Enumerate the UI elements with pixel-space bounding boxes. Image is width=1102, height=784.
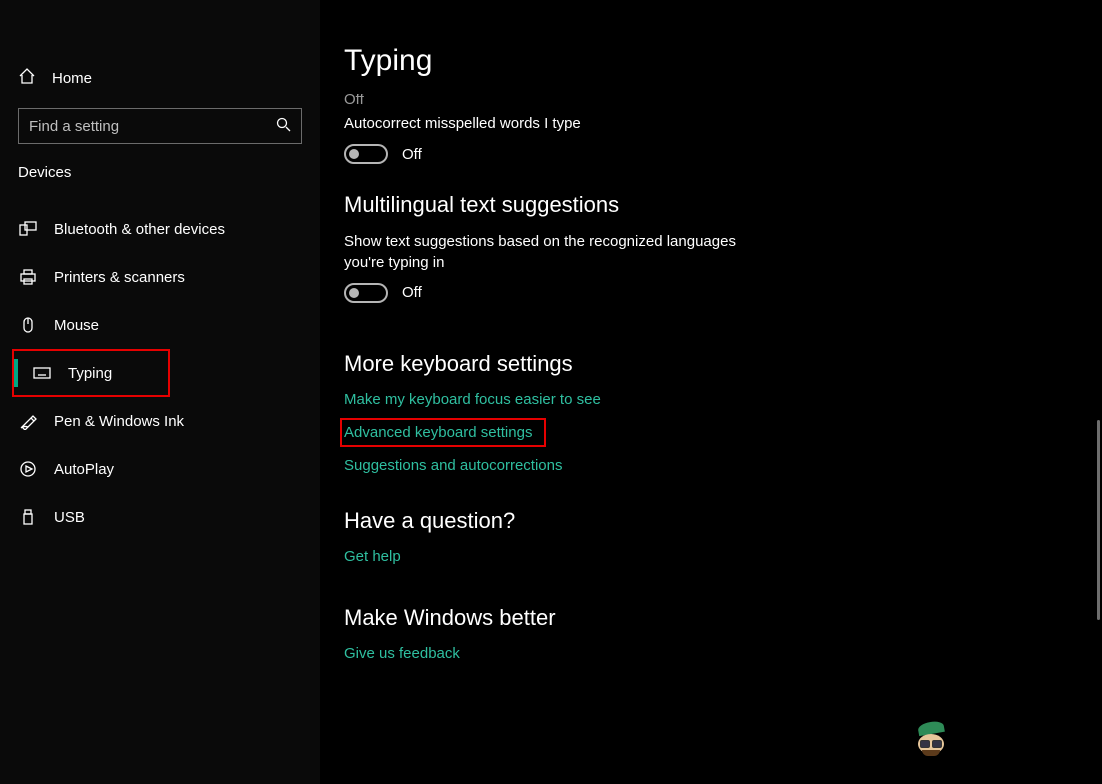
multilingual-toggle-row: Off [344, 283, 1078, 303]
sidebar-item-label: AutoPlay [54, 461, 114, 478]
sidebar-category: Devices [0, 164, 320, 181]
search-input[interactable]: Find a setting [18, 108, 302, 144]
autocorrect-label: Autocorrect misspelled words I type [344, 114, 764, 134]
sidebar-item-pen[interactable]: Pen & Windows Ink [0, 397, 320, 445]
sidebar-item-usb[interactable]: USB [0, 493, 320, 541]
sidebar: Home Find a setting Devices Bluetooth & … [0, 0, 320, 784]
pen-icon [18, 412, 38, 430]
autoplay-icon [18, 460, 38, 478]
toggle-state: Off [402, 146, 422, 163]
sidebar-item-bluetooth[interactable]: Bluetooth & other devices [0, 205, 320, 253]
more-title: More keyboard settings [344, 351, 1078, 377]
sidebar-item-label: Bluetooth & other devices [54, 221, 225, 238]
home-icon [18, 67, 36, 89]
sidebar-item-label: Typing [68, 365, 112, 382]
page-title: Typing [344, 44, 1078, 78]
toggle-state: Off [344, 94, 364, 104]
multilingual-title: Multilingual text suggestions [344, 192, 1078, 218]
mouse-icon [18, 316, 38, 334]
search-icon [276, 117, 291, 136]
sidebar-item-label: Printers & scanners [54, 269, 185, 286]
multilingual-label: Show text suggestions based on the recog… [344, 232, 764, 273]
link-suggestions-autocorrect[interactable]: Suggestions and autocorrections [344, 457, 562, 474]
sidebar-home-label: Home [52, 70, 92, 87]
autocorrect-toggle[interactable] [344, 144, 388, 164]
bluetooth-devices-icon [18, 220, 38, 238]
sidebar-item-label: Mouse [54, 317, 99, 334]
printer-icon [18, 268, 38, 286]
link-keyboard-focus[interactable]: Make my keyboard focus easier to see [344, 391, 601, 408]
question-title: Have a question? [344, 508, 1078, 534]
sidebar-item-autoplay[interactable]: AutoPlay [0, 445, 320, 493]
multilingual-toggle[interactable] [344, 283, 388, 303]
sidebar-item-typing[interactable]: Typing [12, 349, 170, 397]
sidebar-item-label: Pen & Windows Ink [54, 413, 184, 430]
clipped-toggle: Off [344, 94, 1078, 104]
toggle-knob [349, 149, 359, 159]
sidebar-item-printers[interactable]: Printers & scanners [0, 253, 320, 301]
sidebar-home[interactable]: Home [0, 56, 320, 100]
keyboard-icon [32, 367, 52, 379]
link-advanced-keyboard[interactable]: Advanced keyboard settings [340, 418, 546, 447]
sidebar-item-label: USB [54, 509, 85, 526]
sidebar-item-mouse[interactable]: Mouse [0, 301, 320, 349]
link-get-help[interactable]: Get help [344, 548, 401, 565]
scrollbar[interactable] [1097, 420, 1100, 620]
autocorrect-toggle-row: Off [344, 144, 1078, 164]
usb-icon [18, 508, 38, 526]
feedback-title: Make Windows better [344, 605, 1078, 631]
toggle-state: Off [402, 284, 422, 301]
content-pane: Typing Off Autocorrect misspelled words … [320, 0, 1102, 784]
link-give-feedback[interactable]: Give us feedback [344, 645, 460, 662]
search-placeholder: Find a setting [29, 118, 276, 135]
avatar [912, 722, 952, 762]
toggle-knob [349, 288, 359, 298]
